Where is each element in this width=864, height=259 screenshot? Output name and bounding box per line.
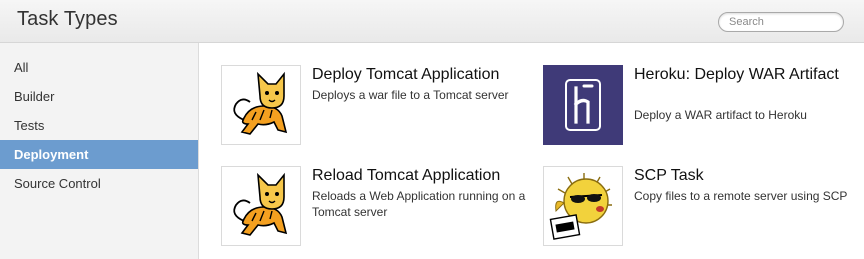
sidebar-item-all[interactable]: All	[0, 53, 198, 82]
tomcat-logo-icon	[221, 166, 301, 246]
search-box[interactable]	[718, 12, 844, 32]
header-bar: Task Types	[0, 0, 864, 43]
sidebar-item-source-control[interactable]: Source Control	[0, 169, 198, 198]
tomcat-logo-icon	[221, 65, 301, 145]
pufferfish-logo-icon	[543, 166, 623, 246]
task-description: Copy files to a remote server using SCP	[634, 189, 848, 203]
sidebar-item-tests[interactable]: Tests	[0, 111, 198, 140]
task-description: Deploy a WAR artifact to Heroku	[634, 108, 807, 122]
task-card-reload-tomcat[interactable]: Reload Tomcat Application Reloads a Web …	[221, 166, 541, 248]
task-title[interactable]: Deploy Tomcat Application	[312, 65, 542, 85]
task-title[interactable]: SCP Task	[634, 166, 864, 186]
task-title[interactable]: Heroku: Deploy WAR Artifact	[634, 65, 864, 85]
sidebar: All Builder Tests Deployment Source Cont…	[0, 43, 199, 259]
task-description: Deploys a war file to a Tomcat server	[312, 88, 509, 102]
heroku-logo-icon	[543, 65, 623, 145]
task-card-scp[interactable]: SCP Task Copy files to a remote server u…	[543, 166, 847, 248]
page-title: Task Types	[17, 8, 118, 30]
search-input[interactable]	[729, 15, 837, 29]
task-card-heroku-deploy[interactable]: Heroku: Deploy WAR Artifact Deploy a WAR…	[543, 65, 843, 147]
task-description: Reloads a Web Application running on a T…	[312, 189, 526, 219]
task-card-deploy-tomcat[interactable]: Deploy Tomcat Application Deploys a war …	[221, 65, 541, 147]
sidebar-item-deployment[interactable]: Deployment	[0, 140, 198, 169]
task-title[interactable]: Reload Tomcat Application	[312, 166, 542, 186]
sidebar-item-builder[interactable]: Builder	[0, 82, 198, 111]
